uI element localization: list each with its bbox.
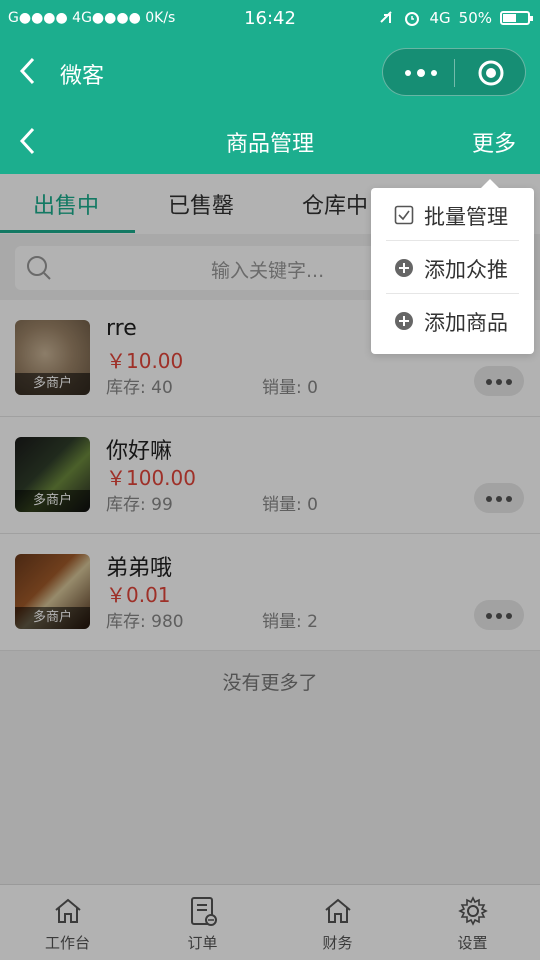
page-header: 商品管理 更多 — [0, 108, 540, 174]
network-type: 4G — [429, 9, 451, 27]
menu-item-batch-manage[interactable]: 批量管理 — [386, 188, 519, 241]
mute-icon — [380, 11, 393, 23]
battery-percent: 50% — [458, 9, 492, 27]
page-title: 商品管理 — [225, 132, 314, 157]
capsule-menu — [382, 48, 526, 96]
dropdown-arrow — [481, 179, 499, 188]
status-bar: G●●●● 4G●●●● 0K/s 16:42 4G 50% — [0, 0, 540, 38]
plus-circle-icon — [395, 259, 413, 277]
checkbox-icon — [394, 205, 414, 225]
mini-program-title: 微客 — [60, 64, 105, 89]
battery-icon — [500, 11, 533, 25]
menu-item-label: 添加商品 — [424, 311, 508, 335]
mini-program-bar: 微客 — [0, 38, 540, 108]
back-icon[interactable] — [18, 56, 38, 86]
status-right: 4G 50% — [379, 9, 533, 27]
menu-item-label: 添加众推 — [424, 258, 508, 282]
close-mini-program-icon[interactable] — [477, 59, 505, 87]
menu-item-label: 批量管理 — [424, 205, 508, 229]
alarm-icon — [405, 12, 420, 26]
menu-item-add-product[interactable]: 添加商品 — [386, 294, 519, 347]
more-dots-icon[interactable] — [401, 61, 441, 85]
plus-circle-icon — [395, 312, 413, 330]
more-dropdown-menu: 批量管理 添加众推 添加商品 — [371, 179, 534, 354]
menu-item-add-promotion[interactable]: 添加众推 — [386, 241, 519, 294]
capsule-divider — [454, 59, 455, 87]
more-button[interactable]: 更多 — [472, 126, 516, 158]
